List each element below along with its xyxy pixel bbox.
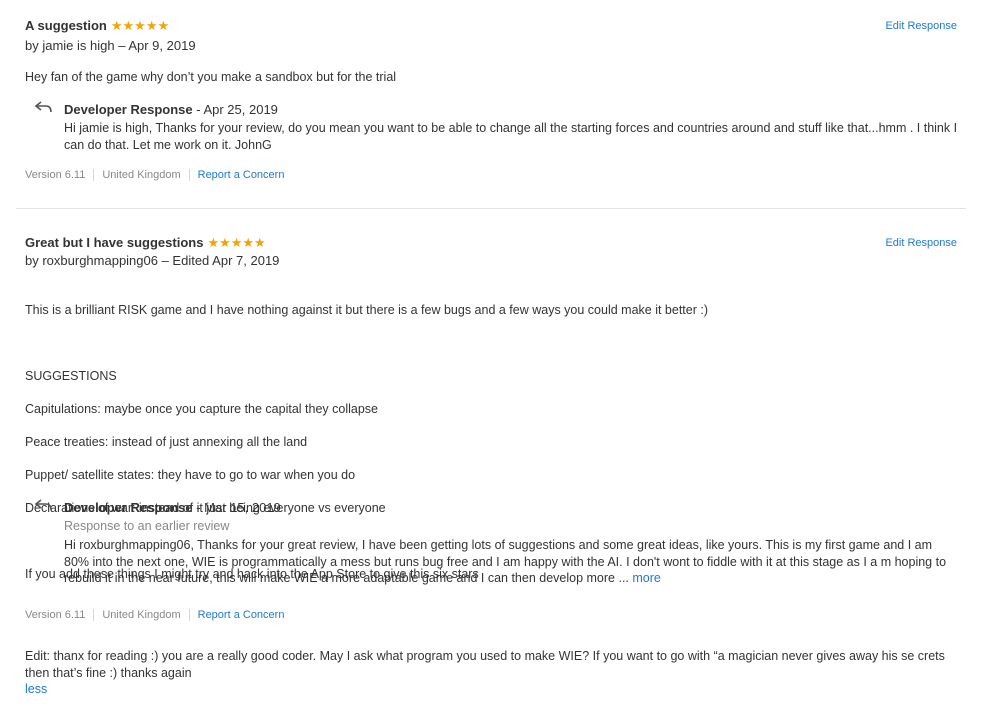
developer-response-heading: Developer Response - Apr 25, 2019: [64, 102, 278, 117]
more-link[interactable]: more: [632, 571, 660, 585]
review-title: A suggestion: [25, 18, 107, 33]
report-concern-link[interactable]: Report a Concern: [198, 169, 285, 181]
review-body-line: Peace treaties: instead of just annexing…: [25, 434, 308, 449]
review-body-edit-text: Edit: thanx for reading :) you are a rea…: [25, 649, 945, 680]
review-body-line: This is a brilliant RISK game and I have…: [25, 302, 709, 317]
review-title: Great but I have suggestions: [25, 235, 204, 250]
review-meta: Version 6.11 United Kingdom Report a Con…: [25, 169, 284, 181]
developer-response-text: Hi jamie is high, Thanks for your review…: [64, 121, 958, 152]
edit-response-link[interactable]: Edit Response: [885, 20, 957, 32]
star-rating-icon: ★★★★★: [110, 18, 170, 33]
developer-response-label: Developer Response: [64, 102, 193, 117]
star-rating-icon: ★★★★★: [207, 235, 266, 250]
review-card: A suggestion ★★★★★ Edit Response by jamie…: [16, 10, 966, 209]
divider: [93, 609, 95, 621]
review-country: United Kingdom: [102, 609, 181, 621]
review-body-line: Capitulations: maybe once you capture th…: [25, 401, 378, 416]
review-title-line: A suggestion ★★★★★: [25, 18, 169, 34]
developer-response-date: - Mar 15, 2019: [196, 500, 281, 515]
review-card: Great but I have suggestions ★★★★★ Edit R…: [16, 226, 966, 696]
divider: [188, 169, 190, 181]
less-link[interactable]: less: [25, 682, 47, 696]
report-concern-link[interactable]: Report a Concern: [198, 609, 285, 621]
developer-response-label: Developer Response: [64, 500, 193, 515]
developer-response-subtitle: Response to an earlier review: [64, 519, 230, 533]
developer-response-text: Hi roxburghmapping06, Thanks for your gr…: [64, 537, 960, 587]
review-body-line: Edit: thanx for reading :) you are a rea…: [25, 632, 955, 698]
review-body: Hey fan of the game why don’t you make a…: [25, 70, 397, 84]
app-version: Version 6.11: [25, 169, 86, 181]
review-body-line: SUGGESTIONS: [25, 368, 117, 383]
review-byline: by jamie is high – Apr 9, 2019: [25, 38, 196, 53]
developer-response-date: - Apr 25, 2019: [196, 102, 278, 117]
review-title-line: Great but I have suggestions ★★★★★: [25, 235, 266, 251]
developer-response-body: Hi roxburghmapping06, Thanks for your gr…: [64, 538, 947, 585]
edit-response-link[interactable]: Edit Response: [885, 237, 957, 249]
app-version: Version 6.11: [25, 609, 86, 621]
divider: [188, 609, 190, 621]
developer-response-heading: Developer Response - Mar 15, 2019: [64, 500, 281, 515]
review-byline: by roxburghmapping06 – Edited Apr 7, 201…: [25, 253, 280, 268]
review-country: United Kingdom: [102, 169, 181, 181]
divider: [93, 169, 95, 181]
review-meta: Version 6.11 United Kingdom Report a Con…: [25, 609, 284, 621]
review-body-line: Puppet/ satellite states: they have to g…: [25, 467, 356, 482]
reply-arrow-icon: [35, 499, 52, 511]
reply-arrow-icon: [35, 101, 52, 113]
